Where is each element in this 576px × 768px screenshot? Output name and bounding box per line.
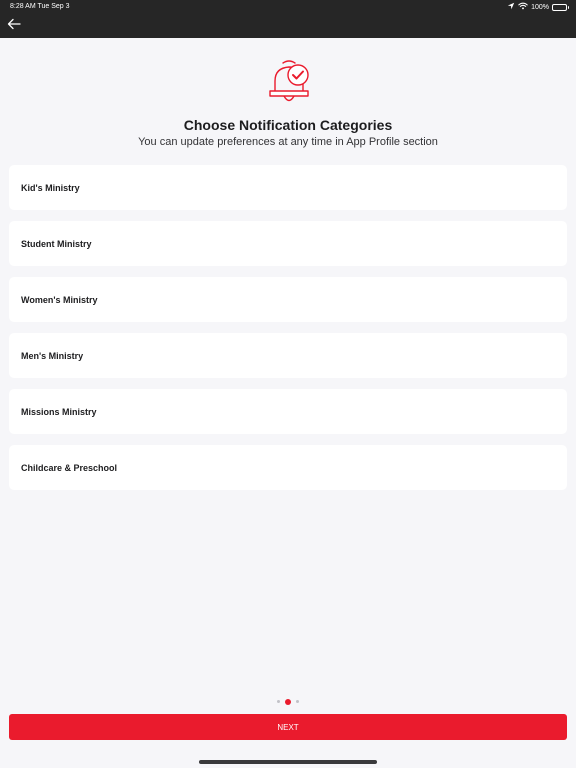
page-dot-active [285,698,291,705]
battery-percent: 100% [531,3,549,11]
category-item-kids-ministry[interactable]: Kid's Ministry [9,165,567,210]
page-subtitle: You can update preferences at any time i… [138,136,438,148]
category-item-student-ministry[interactable]: Student Ministry [9,221,567,266]
location-icon [507,2,515,12]
category-label: Missions Ministry [21,406,97,417]
notification-bell-check-icon [266,58,312,106]
category-label: Student Ministry [21,238,92,249]
wifi-icon [518,2,528,12]
arrow-left-icon [7,17,21,35]
next-button[interactable]: NEXT [9,714,567,740]
page-dot [277,700,280,703]
page-dot [296,700,299,703]
category-item-missions-ministry[interactable]: Missions Ministry [9,389,567,434]
status-indicators: 100% [507,2,569,12]
category-label: Men's Ministry [21,350,84,361]
category-item-mens-ministry[interactable]: Men's Ministry [9,333,567,378]
back-button[interactable] [4,16,24,36]
top-bar: 8:28 AM Tue Sep 3 100% [0,0,576,38]
page-indicator [0,698,576,705]
category-label: Kid's Ministry [21,182,80,193]
category-item-womens-ministry[interactable]: Women's Ministry [9,277,567,322]
page-title: Choose Notification Categories [183,117,393,133]
category-list: Kid's Ministry Student Ministry Women's … [9,165,567,490]
category-item-childcare-preschool[interactable]: Childcare & Preschool [9,445,567,490]
battery-icon [552,3,569,11]
category-label: Childcare & Preschool [21,462,118,473]
status-time: 8:28 AM Tue Sep 3 [10,3,70,10]
home-indicator [199,760,377,764]
category-label: Women's Ministry [21,294,98,305]
